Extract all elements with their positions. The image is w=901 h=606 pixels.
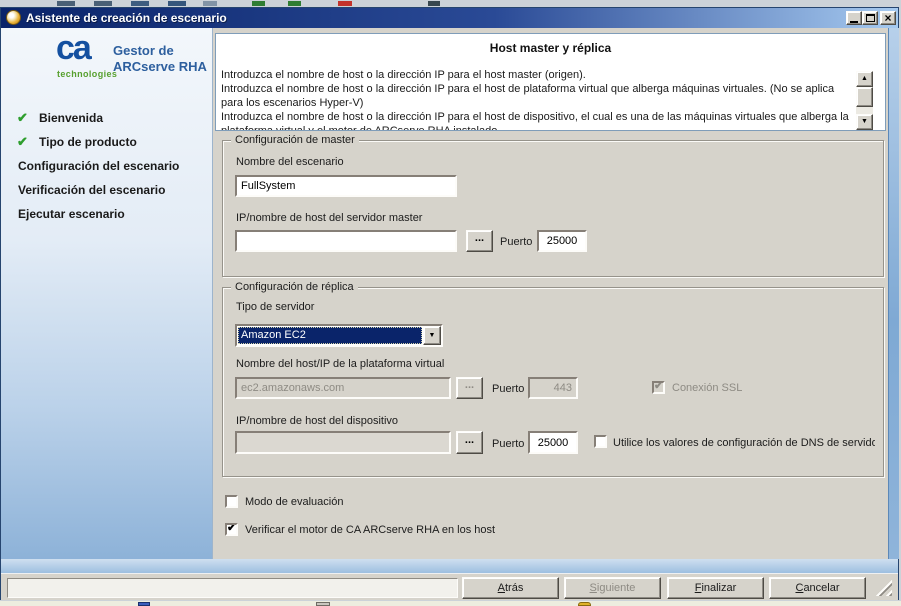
evaluation-mode-checkbox[interactable] xyxy=(225,495,238,508)
desktop-icon-fragment xyxy=(138,602,150,606)
app-name: Gestor de ARCserve RHA xyxy=(113,43,207,75)
virtual-platform-port-input xyxy=(528,377,578,399)
toolbar-icon-fragment xyxy=(57,1,75,6)
scroll-up-button[interactable]: ▲ xyxy=(856,71,873,87)
check-icon: ✔ xyxy=(17,134,33,150)
resize-grip[interactable] xyxy=(874,578,892,596)
sidebar-step-configuracion-del-escenario: Configuración del escenario xyxy=(18,159,179,173)
minimize-button[interactable] xyxy=(846,11,862,25)
server-type-select[interactable]: Amazon EC2 ▼ xyxy=(235,324,443,347)
step-header-box: Host master y réplica Introduzca el nomb… xyxy=(215,33,886,131)
master-host-label: IP/nombre de host del servidor master xyxy=(236,212,422,224)
appliance-port-input[interactable] xyxy=(528,431,578,454)
toolbar-icon-fragment xyxy=(94,1,112,6)
instruction-line: Introduzca el nombre de host o la direcc… xyxy=(221,110,851,130)
check-icon: ✔ xyxy=(227,523,236,534)
check-icon: ✔ xyxy=(17,110,33,126)
server-type-selected-value: Amazon EC2 xyxy=(238,327,422,344)
verify-engine-label: Verificar el motor de CA ARCserve RHA en… xyxy=(245,524,495,536)
next-button: Siguiente xyxy=(564,577,661,599)
toolbar-icon-fragment xyxy=(168,1,186,6)
wizard-sidebar: ca technologies Gestor de ARCserve RHA ✔… xyxy=(1,28,213,559)
sidebar-step-bienvenida: Bienvenida xyxy=(39,111,103,125)
ca-logo-technologies: technologies xyxy=(57,69,117,79)
verify-engine-checkbox[interactable]: ✔ xyxy=(225,523,238,536)
scenario-name-label: Nombre del escenario xyxy=(236,156,344,168)
master-port-input[interactable] xyxy=(537,230,587,252)
appliance-host-label: IP/nombre de host del dispositivo xyxy=(236,415,398,427)
master-host-input[interactable] xyxy=(235,230,457,252)
check-icon: ✔ xyxy=(654,381,663,392)
appliance-browse-button[interactable]: ... xyxy=(456,431,483,454)
virtual-platform-host-input xyxy=(235,377,451,399)
server-type-label: Tipo de servidor xyxy=(236,301,314,313)
toolbar-icon-fragment xyxy=(338,1,352,6)
app-icon xyxy=(6,10,21,25)
replica-group-legend: Configuración de réplica xyxy=(231,281,358,293)
replica-config-group: Configuración de réplica Tipo de servido… xyxy=(222,287,884,477)
maximize-button[interactable] xyxy=(862,11,878,25)
ssl-label: Conexión SSL xyxy=(672,382,742,394)
back-button[interactable]: Atrás xyxy=(462,577,559,599)
appliance-host-input[interactable] xyxy=(235,431,451,454)
instruction-line: Introduzca el nombre de host o la direcc… xyxy=(221,68,851,82)
master-group-legend: Configuración de master xyxy=(231,134,359,146)
appliance-port-label: Puerto xyxy=(492,438,524,450)
toolbar-icon-fragment xyxy=(288,1,301,6)
window-titlebar: Asistente de creación de escenario × xyxy=(1,8,898,28)
dns-checkbox[interactable] xyxy=(594,435,607,448)
window-right-border xyxy=(888,28,899,559)
instructions-text: Introduzca el nombre de host o la direcc… xyxy=(221,68,851,130)
virtual-platform-port-label: Puerto xyxy=(492,383,524,395)
master-port-label: Puerto xyxy=(500,236,532,248)
minimize-icon xyxy=(850,21,858,23)
evaluation-mode-label: Modo de evaluación xyxy=(245,496,343,508)
screen: Asistente de creación de escenario × ca … xyxy=(0,0,901,606)
desktop-strip xyxy=(0,601,901,606)
footer-bar: Atrás Siguiente Finalizar Cancelar xyxy=(1,573,898,600)
finish-button[interactable]: Finalizar xyxy=(667,577,764,599)
toolbar-icon-fragment xyxy=(252,1,265,6)
sidebar-step-verificacion-del-escenario: Verificación del escenario xyxy=(18,183,165,197)
maximize-icon xyxy=(866,14,875,22)
master-host-browse-button[interactable]: ... xyxy=(466,230,493,252)
close-icon: × xyxy=(884,13,891,23)
instruction-line: Introduzca el nombre de host o la direcc… xyxy=(221,82,851,110)
toolbar-icon-fragment xyxy=(428,1,440,6)
virtual-platform-browse-button: ... xyxy=(456,377,483,399)
scroll-down-button[interactable]: ▼ xyxy=(856,114,873,130)
sidebar-step-tipo-de-producto: Tipo de producto xyxy=(39,135,137,149)
chevron-down-icon[interactable]: ▼ xyxy=(423,326,441,345)
toolbar-icon-fragment xyxy=(203,1,217,6)
window-title: Asistente de creación de escenario xyxy=(26,11,227,25)
instructions-scrollbar[interactable]: ▲ ▼ xyxy=(856,71,873,130)
background-window-strip xyxy=(0,0,901,7)
cancel-button[interactable]: Cancelar xyxy=(769,577,866,599)
desktop-icon-fragment xyxy=(316,602,330,606)
virtual-platform-host-label: Nombre del host/IP de la plataforma virt… xyxy=(236,358,444,370)
scrollbar-thumb[interactable] xyxy=(856,87,873,107)
window-bottom-border xyxy=(1,559,898,573)
page-title: Host master y réplica xyxy=(216,41,885,55)
ssl-checkbox: ✔ xyxy=(652,381,665,394)
sidebar-step-ejecutar-escenario: Ejecutar escenario xyxy=(18,207,125,221)
master-config-group: Configuración de master Nombre del escen… xyxy=(222,140,884,277)
close-button[interactable]: × xyxy=(880,11,896,25)
ca-logo: ca xyxy=(56,32,90,64)
scenario-name-input[interactable] xyxy=(235,175,457,197)
desktop-icon-fragment xyxy=(578,602,591,606)
toolbar-icon-fragment xyxy=(131,1,149,6)
status-panel xyxy=(7,578,458,598)
dns-label: Utilice los valores de configuración de … xyxy=(613,437,875,449)
